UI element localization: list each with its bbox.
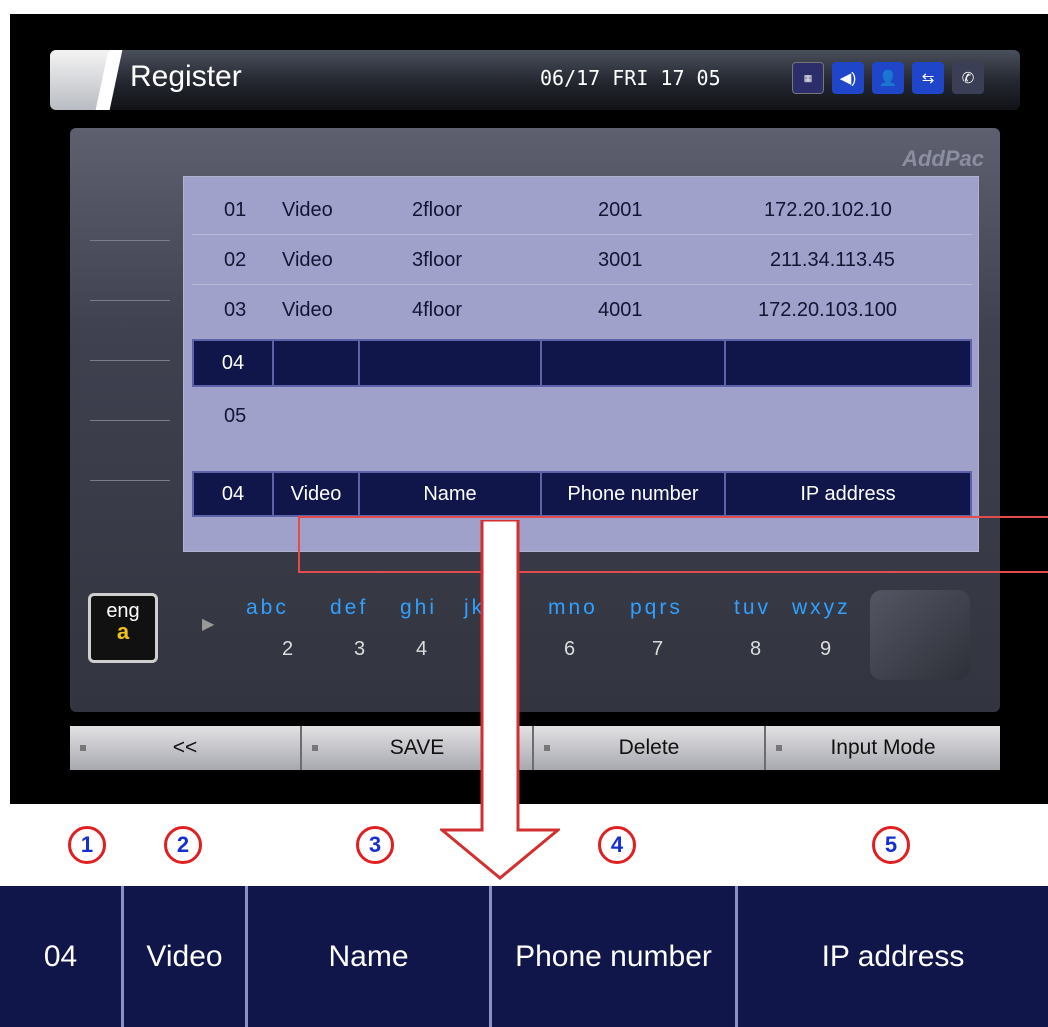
key-letters-3: def (330, 596, 369, 619)
page-title: Register (130, 60, 242, 93)
brand-logo: AddPac (902, 146, 984, 171)
entry-name: 4floor (412, 299, 463, 321)
field-strip: 04 Video Name Phone number IP address (0, 886, 1048, 1027)
entry-phone: 3001 (598, 249, 643, 271)
register-list: 01 Video 2floor 2001 172.20.102.10 02 Vi… (183, 176, 1048, 573)
callout-3: 3 (356, 826, 394, 864)
field-ip: IP address (821, 939, 965, 973)
key-letters-7: pqrs (630, 596, 683, 619)
entry-no: 05 (224, 405, 247, 427)
entry-no: 02 (224, 249, 247, 271)
key-letters-8: tuv (734, 596, 772, 619)
key-bullet (312, 745, 318, 751)
selected-row[interactable]: 04 (192, 339, 972, 387)
field-name: Name (248, 886, 492, 1027)
key-digit-6: 6 (564, 638, 576, 660)
callout-2: 2 (164, 826, 202, 864)
key-digit-2: 2 (282, 638, 294, 660)
highlight-frame (298, 516, 1048, 573)
cell-type (274, 341, 360, 385)
divider (90, 480, 170, 481)
callout-1: 1 (68, 826, 106, 864)
callout-5: 5 (872, 826, 910, 864)
cell-phone (542, 341, 726, 385)
entry-no: 01 (224, 199, 247, 221)
input-mode-button[interactable]: Input Mode (766, 726, 1000, 770)
down-arrow (440, 520, 560, 880)
edit-name-field[interactable]: Name (360, 473, 542, 515)
list-item[interactable]: 03 Video 4floor 4001 172.20.103.100 (192, 285, 972, 335)
back-button[interactable]: << (70, 726, 302, 770)
edit-no: 04 (194, 473, 274, 515)
divider (90, 420, 170, 421)
entry-phone: 4001 (598, 299, 643, 321)
entry-ip: 211.34.113.45 (770, 249, 895, 271)
entry-type: Video (282, 249, 333, 271)
callout-4: 4 (598, 826, 636, 864)
key-bullet (80, 745, 86, 751)
entry-ip: 172.20.102.10 (764, 199, 892, 221)
videophone-watermark (870, 590, 970, 680)
key-digit-9: 9 (820, 638, 832, 660)
edit-type-field[interactable]: Video (274, 473, 360, 515)
edit-phone-field[interactable]: Phone number (542, 473, 726, 515)
key-digit-8: 8 (750, 638, 762, 660)
cell-no: 04 (194, 341, 274, 385)
entry-type: Video (282, 299, 333, 321)
input-mode-indicator: eng a (88, 593, 158, 663)
speaker-icon: ◀) (832, 62, 864, 94)
entry-no: 03 (224, 299, 247, 321)
delete-button[interactable]: Delete (534, 726, 766, 770)
divider (90, 240, 170, 241)
cell-name (360, 341, 542, 385)
key-letters-4: ghi (400, 596, 438, 619)
date-time: 06/17 FRI 17 05 (540, 66, 721, 90)
phone-icon: ✆ (952, 62, 984, 94)
entry-phone: 2001 (598, 199, 643, 221)
edit-row[interactable]: 04 Video Name Phone number IP address (192, 471, 972, 517)
network-icon: ⇆ (912, 62, 944, 94)
caret-icon: ▶ (202, 616, 215, 633)
key-digit-3: 3 (354, 638, 366, 660)
field-no: 04 (0, 886, 124, 1027)
calendar-icon: ▦ (792, 62, 824, 94)
key-bullet (776, 745, 782, 751)
user-icon: 👤 (872, 62, 904, 94)
key-digit-7: 7 (652, 638, 664, 660)
entry-type: Video (282, 199, 333, 221)
key-letters-2: abc (246, 596, 289, 619)
field-type: Video (124, 886, 248, 1027)
key-letters-9: wxyz (792, 596, 851, 619)
entry-name: 3floor (412, 249, 463, 271)
entry-ip: 172.20.103.100 (758, 299, 898, 321)
entry-name: 2floor (412, 199, 463, 221)
field-phone: Phone number (492, 886, 738, 1027)
divider (90, 300, 170, 301)
divider (90, 360, 170, 361)
title-bar: Register 06/17 FRI 17 05 ▦ ◀) 👤 ⇆ ✆ (50, 50, 1020, 110)
list-item[interactable]: 02 Video 3floor 3001 211.34.113.45 (192, 235, 972, 285)
key-digit-4: 4 (416, 638, 428, 660)
list-item[interactable]: 05 (192, 391, 972, 441)
edit-ip-field[interactable]: IP address (726, 473, 970, 515)
list-item[interactable]: 01 Video 2floor 2001 172.20.102.10 (192, 185, 972, 235)
